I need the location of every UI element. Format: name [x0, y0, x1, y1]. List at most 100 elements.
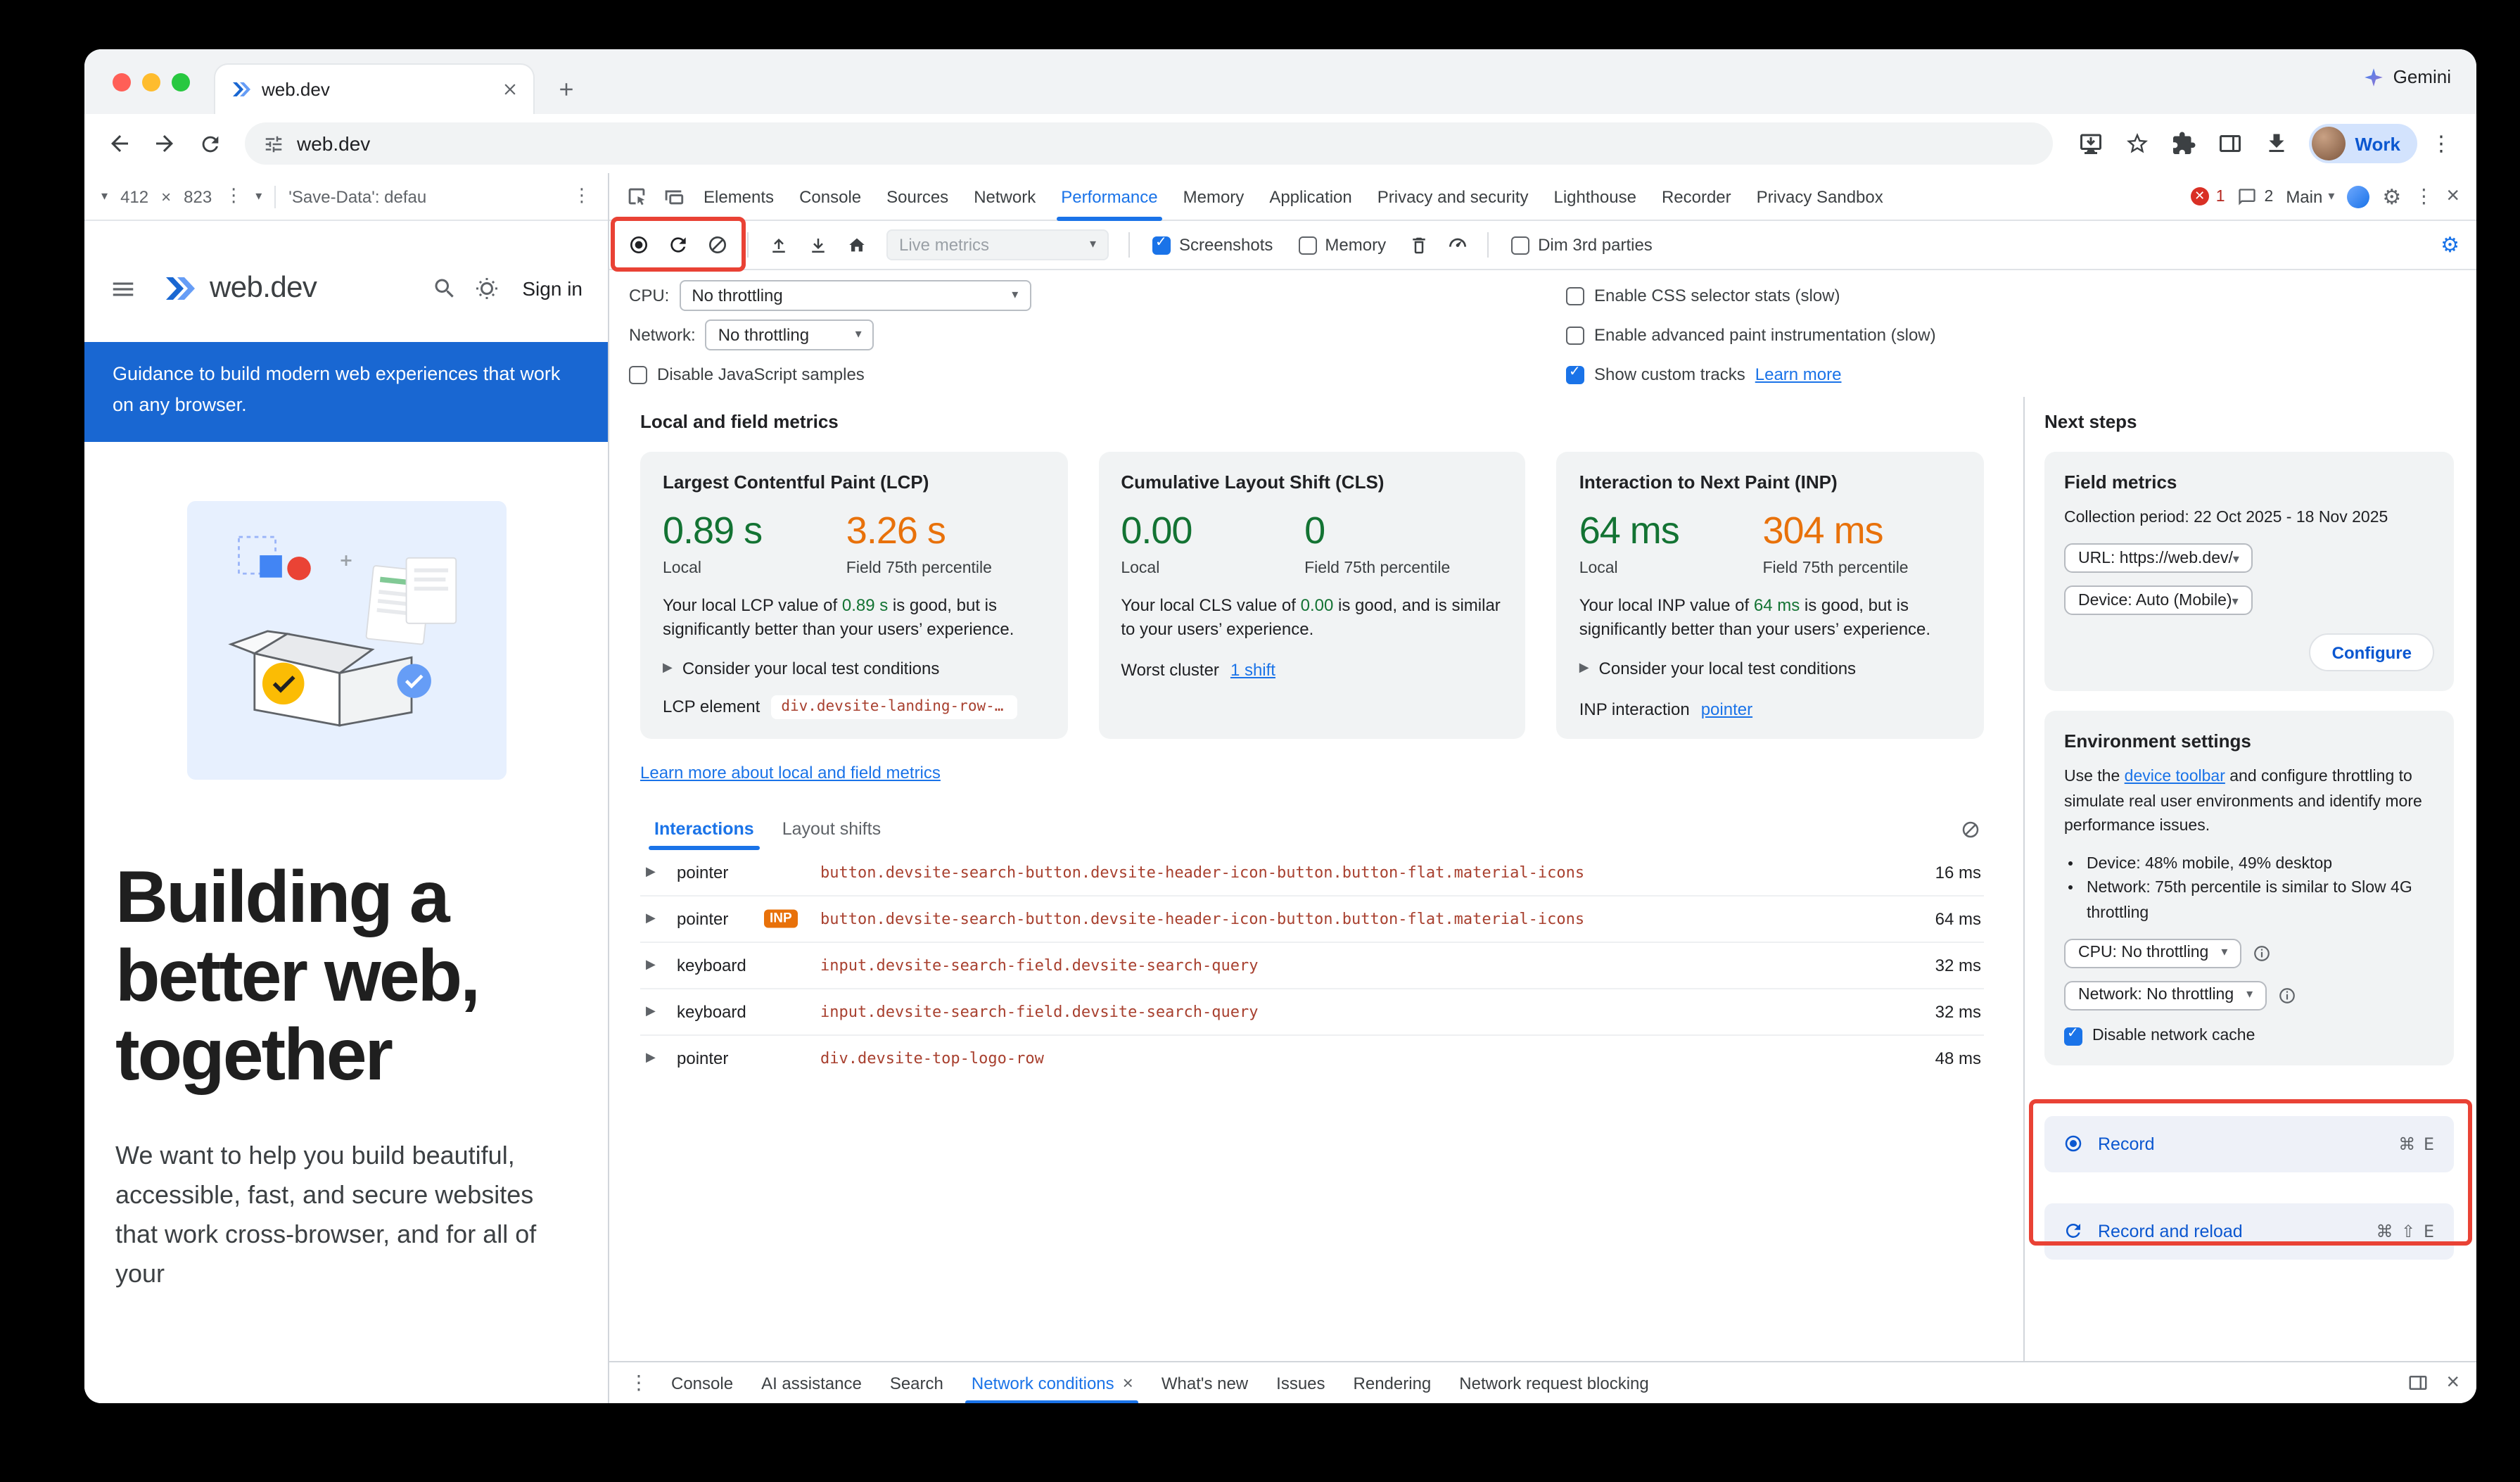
- row-expand-icon[interactable]: ▶: [646, 958, 656, 973]
- device-select-caret-icon[interactable]: ▾: [101, 189, 108, 203]
- devtools-more-icon[interactable]: ⋮: [2414, 185, 2433, 208]
- clear-recordings-icon[interactable]: [699, 227, 736, 263]
- custom-tracks-checkbox-box[interactable]: [1566, 365, 1584, 384]
- network-info-icon[interactable]: [2278, 987, 2296, 1005]
- minimize-window-button[interactable]: [142, 73, 160, 91]
- sign-in-link[interactable]: Sign in: [522, 277, 583, 300]
- learn-more-metrics-link[interactable]: Learn more about local and field metrics: [640, 763, 941, 783]
- tab-network[interactable]: Network: [961, 172, 1048, 220]
- cpu-throttling-select[interactable]: No throttling: [679, 280, 1031, 311]
- emulation-overflow-icon[interactable]: ⋮: [573, 186, 591, 207]
- error-count[interactable]: 1: [2216, 188, 2225, 205]
- drawer-tab-network-request-blocking[interactable]: Network request blocking: [1445, 1362, 1662, 1403]
- maximize-window-button[interactable]: [172, 73, 190, 91]
- device-toolbar-link[interactable]: device toolbar: [2125, 769, 2225, 786]
- gemini-button[interactable]: Gemini: [2364, 66, 2451, 87]
- inspect-element-icon[interactable]: [618, 178, 654, 215]
- hamburger-menu-icon[interactable]: [110, 275, 136, 302]
- cls-worst-cluster-link[interactable]: 1 shift: [1230, 660, 1275, 680]
- drawer-tab-network-conditions[interactable]: Network conditions ×: [957, 1362, 1147, 1403]
- save-data-label[interactable]: 'Save-Data': defau: [288, 186, 426, 206]
- interaction-row[interactable]: ▶ pointer div.devsite-top-logo-row 48 ms: [640, 1036, 1984, 1082]
- tab-lighthouse[interactable]: Lighthouse: [1541, 172, 1649, 220]
- drawer-tab-rendering[interactable]: Rendering: [1339, 1362, 1446, 1403]
- site-search-icon[interactable]: [432, 276, 457, 301]
- install-icon[interactable]: [2077, 131, 2103, 156]
- close-window-button[interactable]: [113, 73, 131, 91]
- error-badge-icon[interactable]: ✕: [2191, 187, 2209, 205]
- tab-close-icon[interactable]: [501, 80, 519, 99]
- interaction-row[interactable]: ▶ pointer button.devsite-search-button.d…: [640, 850, 1984, 897]
- tab-sources[interactable]: Sources: [874, 172, 961, 220]
- tab-recorder[interactable]: Recorder: [1649, 172, 1744, 220]
- paint-instrumentation-checkbox-box[interactable]: [1566, 326, 1584, 344]
- lcp-element-chip[interactable]: div.devsite-landing-row-ite…: [771, 695, 1017, 719]
- drawer-close-icon[interactable]: ×: [2446, 1370, 2459, 1395]
- paint-instrumentation-row[interactable]: Enable advanced paint instrumentation (s…: [1566, 318, 1936, 352]
- disable-network-cache-checkbox[interactable]: Disable network cache: [2064, 1027, 2434, 1046]
- interaction-target[interactable]: button.devsite-search-button.devsite-hea…: [820, 863, 1584, 882]
- performance-settings-gear-icon[interactable]: ⚙: [2441, 232, 2465, 258]
- drawer-layout-icon[interactable]: [2407, 1372, 2428, 1393]
- dim-3rd-parties-checkbox-box[interactable]: [1511, 236, 1529, 254]
- tab-memory[interactable]: Memory: [1171, 172, 1257, 220]
- drawer-tab-whats-new[interactable]: What's new: [1147, 1362, 1262, 1403]
- forward-icon[interactable]: [144, 122, 186, 165]
- configure-button[interactable]: Configure: [2310, 634, 2434, 672]
- inp-test-conditions-expander[interactable]: ▶ Consider your local test conditions: [1579, 659, 1961, 678]
- screenshots-checkbox[interactable]: Screenshots: [1141, 235, 1284, 255]
- issues-bubble-icon[interactable]: [2238, 186, 2258, 206]
- url-select[interactable]: URL: https://web.dev/: [2064, 544, 2253, 574]
- custom-tracks-row[interactable]: Show custom tracks Learn more: [1566, 357, 1842, 391]
- custom-tracks-learn-more-link[interactable]: Learn more: [1755, 365, 1842, 384]
- interaction-target[interactable]: input.devsite-search-field.devsite-searc…: [820, 1003, 1259, 1021]
- drawer-tab-console[interactable]: Console: [657, 1362, 747, 1403]
- back-icon[interactable]: [98, 122, 141, 165]
- reload-icon[interactable]: [189, 122, 231, 165]
- css-selector-stats-checkbox-box[interactable]: [1566, 286, 1584, 305]
- tab-layout-shifts[interactable]: Layout shifts: [768, 811, 895, 850]
- address-bar[interactable]: web.dev: [245, 122, 2052, 165]
- devtools-close-icon[interactable]: ×: [2446, 184, 2459, 209]
- gemini-circle-icon[interactable]: [2347, 185, 2369, 208]
- tab-console[interactable]: Console: [787, 172, 874, 220]
- downloads-icon[interactable]: [2263, 131, 2289, 156]
- disable-js-samples-row[interactable]: Disable JavaScript samples: [629, 357, 865, 391]
- dim-3rd-parties-checkbox[interactable]: Dim 3rd parties: [1500, 235, 1664, 255]
- tab-privacy-security[interactable]: Privacy and security: [1365, 172, 1541, 220]
- lcp-test-conditions-expander[interactable]: ▶ Consider your local test conditions: [663, 659, 1045, 678]
- bookmark-star-icon[interactable]: [2124, 131, 2149, 156]
- gauge-icon[interactable]: [1439, 227, 1476, 263]
- interaction-target[interactable]: button.devsite-search-button.devsite-hea…: [820, 910, 1584, 928]
- tab-performance[interactable]: Performance: [1048, 172, 1170, 220]
- issue-count[interactable]: 2: [2265, 188, 2274, 205]
- interaction-row[interactable]: ▶ pointer INP button.devsite-search-butt…: [640, 897, 1984, 943]
- viewport-width[interactable]: 412: [120, 186, 148, 206]
- drawer-tab-search[interactable]: Search: [876, 1362, 957, 1403]
- interaction-row[interactable]: ▶ keyboard input.devsite-search-field.de…: [640, 943, 1984, 989]
- profile-button[interactable]: Work: [2308, 124, 2417, 163]
- drawer-tab-ai-assistance[interactable]: AI assistance: [747, 1362, 876, 1403]
- site-logo[interactable]: web.dev: [159, 272, 415, 305]
- disable-js-samples-checkbox-box[interactable]: [629, 365, 647, 384]
- row-expand-icon[interactable]: ▶: [646, 1005, 656, 1019]
- sidebar-network-select[interactable]: Network: No throttling: [2064, 981, 2267, 1011]
- browser-tab[interactable]: web.dev: [214, 63, 535, 114]
- disable-network-cache-box[interactable]: [2064, 1027, 2082, 1046]
- new-tab-button[interactable]: [546, 69, 585, 108]
- emulation-more-icon[interactable]: ⋮: [224, 186, 243, 207]
- collect-garbage-icon[interactable]: [1400, 227, 1437, 263]
- drawer-tab-issues[interactable]: Issues: [1262, 1362, 1339, 1403]
- network-throttling-select[interactable]: No throttling: [706, 319, 874, 350]
- viewport-height[interactable]: 823: [184, 186, 212, 206]
- memory-checkbox-box[interactable]: [1298, 236, 1316, 254]
- live-metrics-home-icon[interactable]: [839, 227, 875, 263]
- drawer-tab-close-icon[interactable]: ×: [1123, 1362, 1133, 1403]
- record-icon[interactable]: [621, 227, 657, 263]
- site-settings-tune-icon[interactable]: [263, 133, 284, 154]
- row-expand-icon[interactable]: ▶: [646, 1052, 656, 1066]
- theme-toggle-sun-icon[interactable]: [474, 276, 499, 301]
- zoom-select-caret-icon[interactable]: ▾: [255, 189, 262, 203]
- row-expand-icon[interactable]: ▶: [646, 912, 656, 926]
- css-selector-stats-row[interactable]: Enable CSS selector stats (slow): [1566, 279, 1840, 312]
